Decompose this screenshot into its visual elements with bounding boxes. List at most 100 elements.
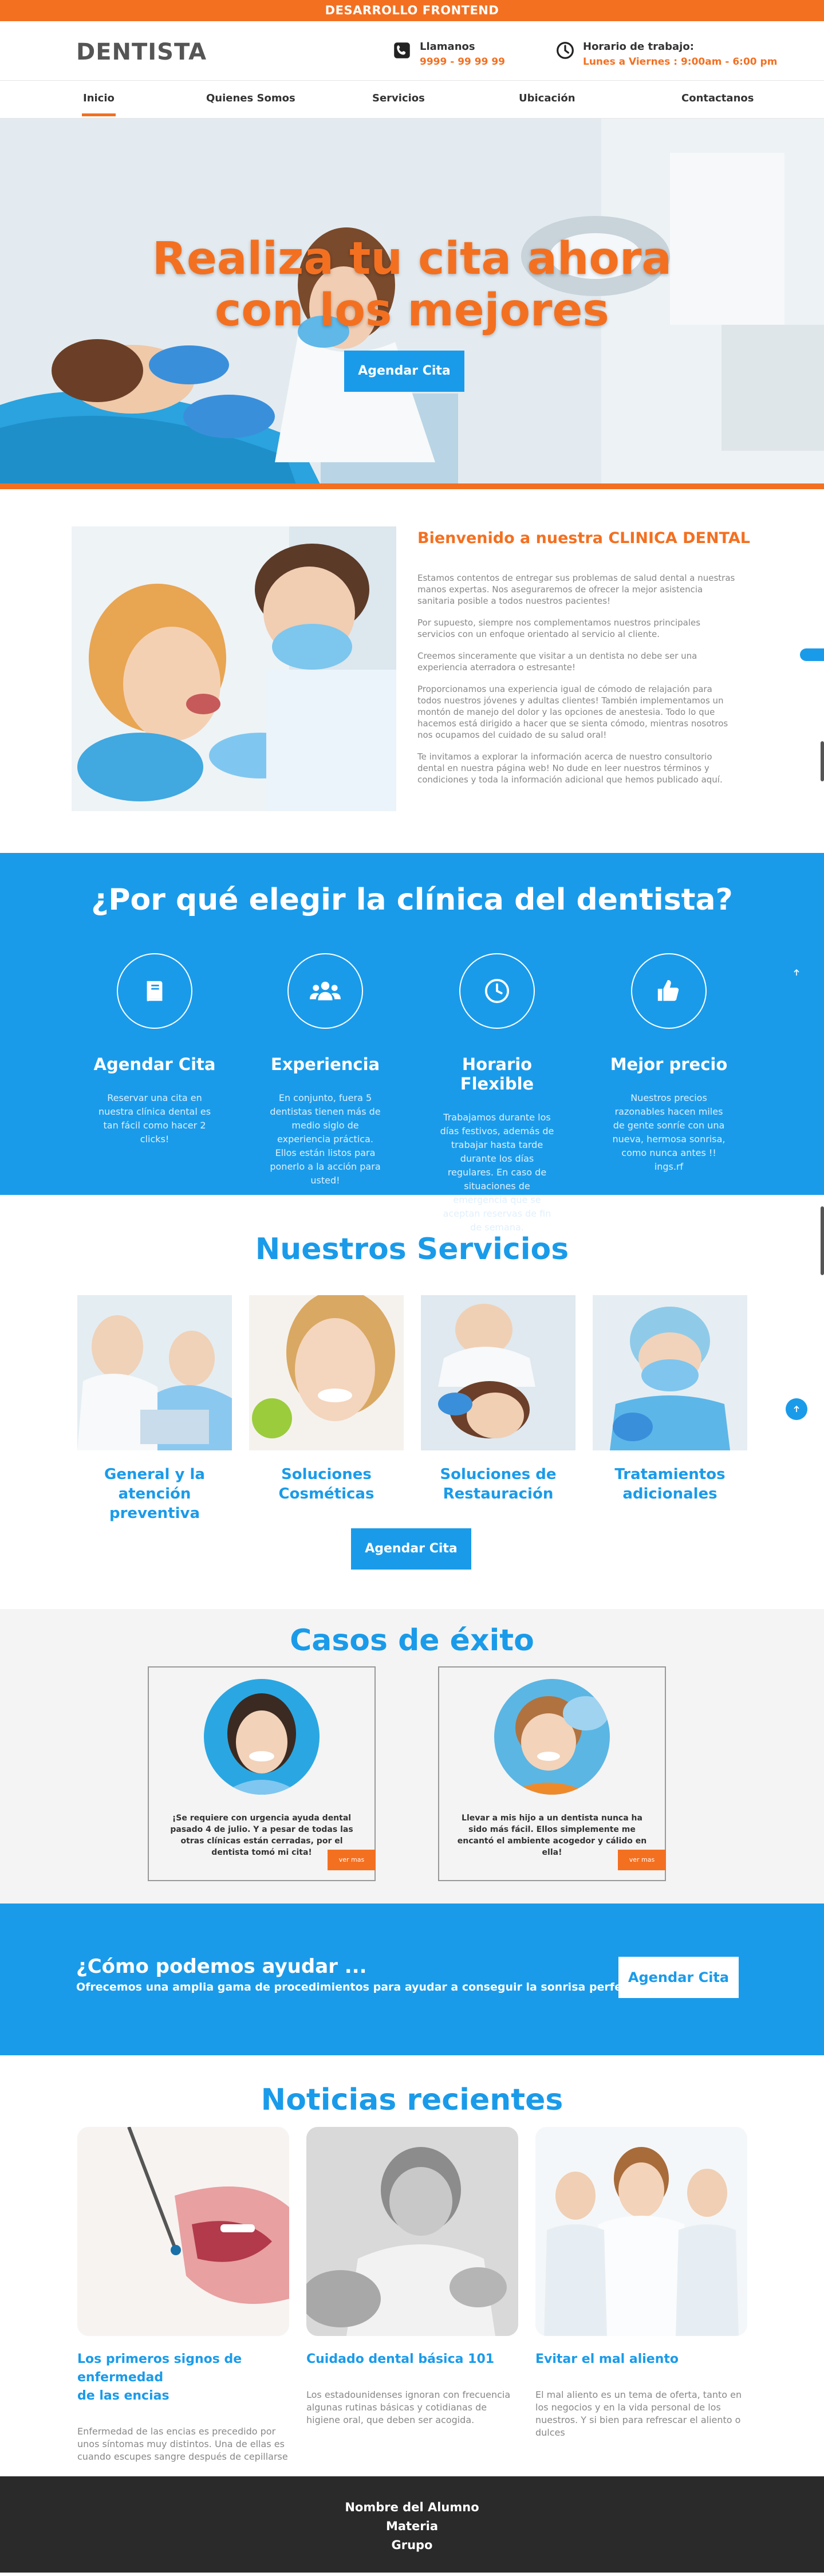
service-card[interactable]: Soluciones Cosméticas — [249, 1295, 404, 1504]
feature-title: Experiencia — [270, 1055, 380, 1074]
services-section: Nuestros Servicios General y la atención… — [0, 1195, 824, 1609]
why-section: ¿Por qué elegir la clínica del dentista?… — [0, 853, 824, 1233]
help-book-button[interactable]: Agendar Cita — [618, 1957, 739, 1998]
case-more-button[interactable]: ver mas — [618, 1850, 666, 1870]
footer-student-name: Nombre del Alumno — [345, 2500, 479, 2514]
feature-text: Nuestros precios razonables hacen miles … — [612, 1092, 726, 1172]
news-post[interactable]: Evitar el mal aliento El mal aliento es … — [535, 2127, 747, 2439]
phone-contact: Llamanos 9999 - 99 99 99 — [392, 41, 505, 68]
hero-title-line1: Realiza tu cita ahora — [152, 233, 672, 285]
why-title: ¿Por qué elegir la clínica del dentista? — [91, 883, 733, 917]
feature-agendar-cita: Agendar Cita Reservar una cita en nuestr… — [83, 953, 226, 1146]
feature-title: Agendar Cita — [93, 1055, 216, 1074]
feature-text: En conjunto, fuera 5 dentistas tienen má… — [270, 1092, 381, 1186]
news-post[interactable]: Los primeros signos de enfermedad de las … — [77, 2127, 289, 2463]
news-photo — [535, 2127, 747, 2336]
nav-contactanos[interactable]: Contactanos — [681, 92, 754, 104]
book-icon — [147, 981, 163, 1001]
hero-title-line2: con los mejores — [215, 285, 609, 336]
welcome-paragraph: Creemos sinceramente que visitar a un de… — [417, 651, 697, 672]
hero-title: Realiza tu cita ahora con los mejores — [0, 233, 824, 336]
nav-servicios[interactable]: Servicios — [372, 92, 425, 104]
help-text: Ofrecemos una amplia gama de procedimien… — [76, 1981, 645, 1993]
cases-title: Casos de éxito — [290, 1623, 534, 1658]
case-avatar — [494, 1679, 610, 1795]
service-card[interactable]: Tratamientos adicionales — [593, 1295, 747, 1504]
main-nav: Inicio Quienes Somos Servicios Ubicación… — [0, 80, 824, 119]
top-banner-text: DESARROLLO FRONTEND — [325, 3, 499, 17]
help-title: ¿Cómo podemos ayudar ... — [76, 1955, 367, 1978]
site-footer: Nombre del Alumno Materia Grupo — [0, 2476, 824, 2573]
news-photo — [77, 2127, 289, 2336]
phone-label: Llamanos — [420, 41, 475, 53]
service-title: Soluciones Cosméticas — [278, 1466, 374, 1503]
top-banner: DESARROLLO FRONTEND — [0, 0, 824, 21]
hero-book-button[interactable]: Agendar Cita — [344, 351, 464, 392]
welcome-paragraph: Te invitamos a explorar la información a… — [417, 752, 723, 785]
news-post-excerpt: Los estadounidenses ignoran con frecuenc… — [306, 2389, 511, 2425]
welcome-paragraph: Estamos contentos de entregar sus proble… — [417, 573, 735, 606]
welcome-paragraph: Por supuesto, siempre nos complementamos… — [417, 618, 701, 639]
hero-banner: Realiza tu cita ahora con los mejores Ag… — [0, 119, 824, 489]
hero-bottom-stripe — [0, 483, 824, 489]
nav-inicio[interactable]: Inicio — [82, 92, 116, 116]
welcome-paragraph: Proporcionamos una experiencia igual de … — [417, 684, 728, 740]
news-post-title: Cuidado dental básica 101 — [306, 2352, 495, 2366]
clock-icon — [555, 41, 575, 60]
page-scrollbar-thumb[interactable] — [821, 741, 824, 781]
news-post-excerpt: Enfermedad de las encias es precedido po… — [77, 2426, 288, 2462]
site-header: DENTISTA Llamanos 9999 - 99 99 99 Horari… — [0, 21, 824, 80]
nav-ubicacion[interactable]: Ubicación — [519, 92, 575, 104]
feature-horario-flexible: Horario Flexible Trabajamos durante los … — [425, 953, 569, 1234]
feature-title: Horario Flexible — [460, 1055, 534, 1094]
service-title: General y la atención preventiva — [104, 1466, 205, 1522]
nav-quienes-somos[interactable]: Quienes Somos — [206, 92, 295, 104]
feature-icon-circle — [631, 953, 707, 1029]
news-section: Noticias recientes Los primeros signos d… — [0, 2055, 824, 2476]
services-title: Nuestros Servicios — [255, 1232, 569, 1267]
service-title: Tratamientos adicionales — [614, 1466, 726, 1503]
feature-icon-circle — [459, 953, 535, 1029]
case-card: Llevar a mis hijo a un dentista nunca ha… — [438, 1666, 666, 1881]
case-card: ¡Se requiere con urgencia ayuda dental p… — [148, 1666, 376, 1881]
scroll-top-icon[interactable] — [786, 1398, 807, 1420]
news-post-title: Evitar el mal aliento — [535, 2352, 679, 2366]
feature-icon-circle — [117, 953, 192, 1029]
thumbs-up-icon — [657, 980, 679, 1001]
side-tab[interactable] — [800, 648, 824, 661]
help-banner: ¿Cómo podemos ayudar ... Ofrecemos una a… — [0, 1904, 824, 2055]
welcome-section: Bienvenido a nuestra CLINICA DENTAL Esta… — [0, 489, 824, 853]
feature-mejor-precio: Mejor precio Nuestros precios razonables… — [597, 953, 740, 1174]
clock-icon — [484, 978, 510, 1004]
feature-title: Mejor precio — [610, 1055, 728, 1074]
phone-icon — [392, 41, 412, 60]
welcome-title: Bienvenido a nuestra CLINICA DENTAL — [417, 529, 751, 547]
hours-contact: Horario de trabajo: Lunes a Viernes : 9:… — [555, 41, 777, 68]
news-post[interactable]: Cuidado dental básica 101 Los estadounid… — [306, 2127, 518, 2426]
service-title: Soluciones de Restauración — [440, 1466, 557, 1503]
service-photo — [421, 1295, 575, 1450]
service-card[interactable]: Soluciones de Restauración — [421, 1295, 575, 1504]
hours-label: Horario de trabajo: — [583, 41, 694, 53]
service-photo — [593, 1295, 747, 1450]
site-logo[interactable]: DENTISTA — [76, 39, 207, 65]
feature-icon-circle — [287, 953, 363, 1029]
footer-subject: Materia — [385, 2519, 439, 2533]
case-more-button[interactable]: ver mas — [328, 1850, 376, 1870]
phone-number[interactable]: 9999 - 99 99 99 — [420, 56, 505, 68]
feature-text: Reservar una cita en nuestra clínica den… — [98, 1092, 211, 1145]
services-book-button[interactable]: Agendar Cita — [351, 1528, 471, 1570]
welcome-copy: Estamos contentos de entregar sus proble… — [417, 572, 738, 796]
news-post-title: Los primeros signos de enfermedad de las … — [77, 2352, 242, 2403]
service-photo — [249, 1295, 404, 1450]
page-scrollbar-thumb[interactable] — [821, 1206, 824, 1275]
feature-experiencia: Experiencia En conjunto, fuera 5 dentist… — [254, 953, 397, 1187]
footer-group: Grupo — [391, 2538, 433, 2552]
success-cases-section: Casos de éxito ¡Se requiere con urgencia… — [0, 1609, 824, 1904]
users-icon — [310, 981, 341, 1001]
news-post-excerpt: El mal aliento es un tema de oferta, tan… — [535, 2389, 742, 2438]
hours-value: Lunes a Viernes : 9:00am - 6:00 pm — [583, 56, 778, 68]
service-card[interactable]: General y la atención preventiva — [77, 1295, 232, 1523]
scroll-top-icon[interactable] — [786, 962, 807, 984]
case-avatar — [204, 1679, 320, 1795]
